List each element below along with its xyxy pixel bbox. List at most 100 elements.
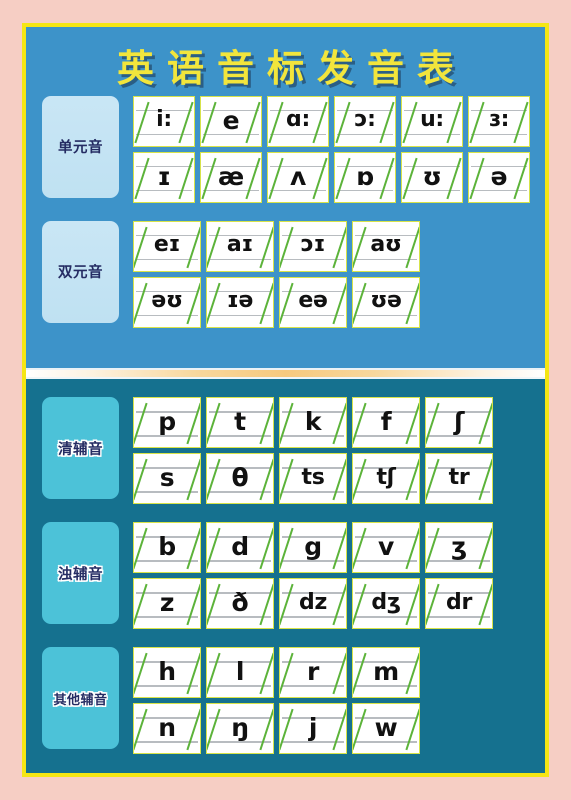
phonetic-card[interactable]: tr: [425, 453, 493, 504]
phonetic-card[interactable]: s: [133, 453, 201, 504]
slash-right-icon: [446, 157, 462, 199]
phonetic-card[interactable]: əʊ: [133, 276, 201, 328]
phonetic-card[interactable]: k: [279, 397, 347, 448]
phonetic-symbol: ŋ: [231, 713, 249, 742]
phonetic-symbol: aɪ: [226, 232, 254, 258]
phonetic-card[interactable]: dr: [425, 578, 493, 629]
slash-right-icon: [405, 527, 419, 570]
phonetic-card[interactable]: ð: [206, 578, 274, 629]
slash-right-icon: [259, 402, 273, 445]
phonetic-card[interactable]: ɔɪ: [279, 220, 347, 272]
slash-left-icon: [201, 157, 217, 199]
phonetic-card[interactable]: ɒ: [334, 151, 396, 203]
slash-right-icon: [245, 157, 261, 199]
phonetic-card[interactable]: b: [133, 522, 201, 573]
phonetic-card[interactable]: t: [206, 397, 274, 448]
phonetic-symbol: æ: [218, 161, 244, 191]
slash-right-icon: [186, 282, 200, 324]
section-label-other-consonants: 其他辅音: [42, 647, 119, 749]
phonetic-symbol: g: [304, 532, 322, 561]
phonetic-card[interactable]: ɪə: [206, 276, 274, 328]
phonetic-symbol: d: [231, 532, 249, 561]
phonetic-card[interactable]: i:: [133, 95, 195, 147]
slash-left-icon: [426, 583, 440, 626]
phonetic-card[interactable]: dʒ: [352, 578, 420, 629]
slash-left-icon: [207, 652, 221, 695]
slash-right-icon: [332, 458, 346, 501]
phonetic-symbol: eɪ: [153, 232, 181, 258]
slash-left-icon: [335, 101, 351, 143]
slash-right-icon: [245, 101, 261, 143]
phonetic-card[interactable]: g: [279, 522, 347, 573]
phonetic-card[interactable]: eə: [279, 276, 347, 328]
slash-right-icon: [405, 458, 419, 501]
card-row: s θ ts tʃ tr: [133, 453, 493, 504]
phonetic-symbol: l: [235, 657, 245, 686]
phonetic-symbol: ɜ:: [488, 107, 510, 133]
slash-right-icon: [259, 226, 273, 268]
phonetic-card[interactable]: v: [352, 522, 420, 573]
slash-right-icon: [332, 652, 346, 695]
slash-left-icon: [134, 226, 148, 268]
phonetic-card[interactable]: ʊə: [352, 276, 420, 328]
slash-right-icon: [332, 402, 346, 445]
phonetic-card[interactable]: ʊ: [401, 151, 463, 203]
phonetic-card[interactable]: ɜ:: [468, 95, 530, 147]
phonetic-card[interactable]: aɪ: [206, 220, 274, 272]
phonetic-card[interactable]: æ: [200, 151, 262, 203]
slash-right-icon: [478, 402, 492, 445]
slash-left-icon: [353, 282, 367, 324]
phonetic-card[interactable]: f: [352, 397, 420, 448]
phonetic-card[interactable]: w: [352, 703, 420, 754]
slash-left-icon: [402, 101, 418, 143]
phonetic-card[interactable]: ə: [468, 151, 530, 203]
phonetic-symbol: ʃ: [453, 407, 465, 436]
phonetic-symbol: dz: [299, 589, 327, 615]
slash-right-icon: [405, 652, 419, 695]
phonetic-card[interactable]: r: [279, 647, 347, 698]
phonetic-card[interactable]: tʃ: [352, 453, 420, 504]
phonetic-card[interactable]: eɪ: [133, 220, 201, 272]
phonetic-symbol: m: [373, 657, 399, 686]
phonetic-card[interactable]: dz: [279, 578, 347, 629]
slash-right-icon: [446, 101, 462, 143]
phonetic-card[interactable]: h: [133, 647, 201, 698]
section-label-monophthongs: 单元音: [42, 95, 119, 198]
phonetic-card[interactable]: ts: [279, 453, 347, 504]
phonetic-card[interactable]: aʊ: [352, 220, 420, 272]
slash-right-icon: [259, 652, 273, 695]
phonetic-card[interactable]: j: [279, 703, 347, 754]
phonetic-card[interactable]: d: [206, 522, 274, 573]
slash-right-icon: [312, 157, 328, 199]
slash-right-icon: [332, 282, 346, 324]
phonetic-card[interactable]: ʃ: [425, 397, 493, 448]
slash-left-icon: [280, 282, 294, 324]
card-row: n ŋ jw: [133, 703, 420, 754]
phonetic-card[interactable]: l: [206, 647, 274, 698]
phonetic-card[interactable]: ʌ: [267, 151, 329, 203]
phonetic-symbol: ʌ: [290, 161, 306, 191]
phonetic-card[interactable]: θ: [206, 453, 274, 504]
phonetic-card[interactable]: ɪ: [133, 151, 195, 203]
phonetic-card[interactable]: e: [200, 95, 262, 147]
page-title: 英语音标发音表: [117, 47, 467, 90]
slash-right-icon: [405, 282, 419, 324]
phonetic-symbol: i:: [156, 107, 172, 133]
phonetic-card[interactable]: m: [352, 647, 420, 698]
phonetic-card[interactable]: ɑ:: [267, 95, 329, 147]
phonetic-card[interactable]: z: [133, 578, 201, 629]
phonetic-card[interactable]: ŋ: [206, 703, 274, 754]
phonetic-card[interactable]: ɔ:: [334, 95, 396, 147]
phonetic-card[interactable]: u:: [401, 95, 463, 147]
guide-line-icon: [136, 133, 192, 136]
phonetic-symbol: ɪ: [157, 161, 171, 191]
phonetic-card[interactable]: p: [133, 397, 201, 448]
slash-right-icon: [186, 708, 200, 751]
slash-left-icon: [353, 402, 367, 445]
slash-left-icon: [134, 402, 148, 445]
phonetic-card[interactable]: n: [133, 703, 201, 754]
phonetic-symbol: ɔɪ: [300, 232, 326, 258]
phonetic-symbol: w: [374, 713, 398, 742]
phonetic-card[interactable]: ʒ: [425, 522, 493, 573]
phonetic-symbol: v: [378, 532, 394, 561]
